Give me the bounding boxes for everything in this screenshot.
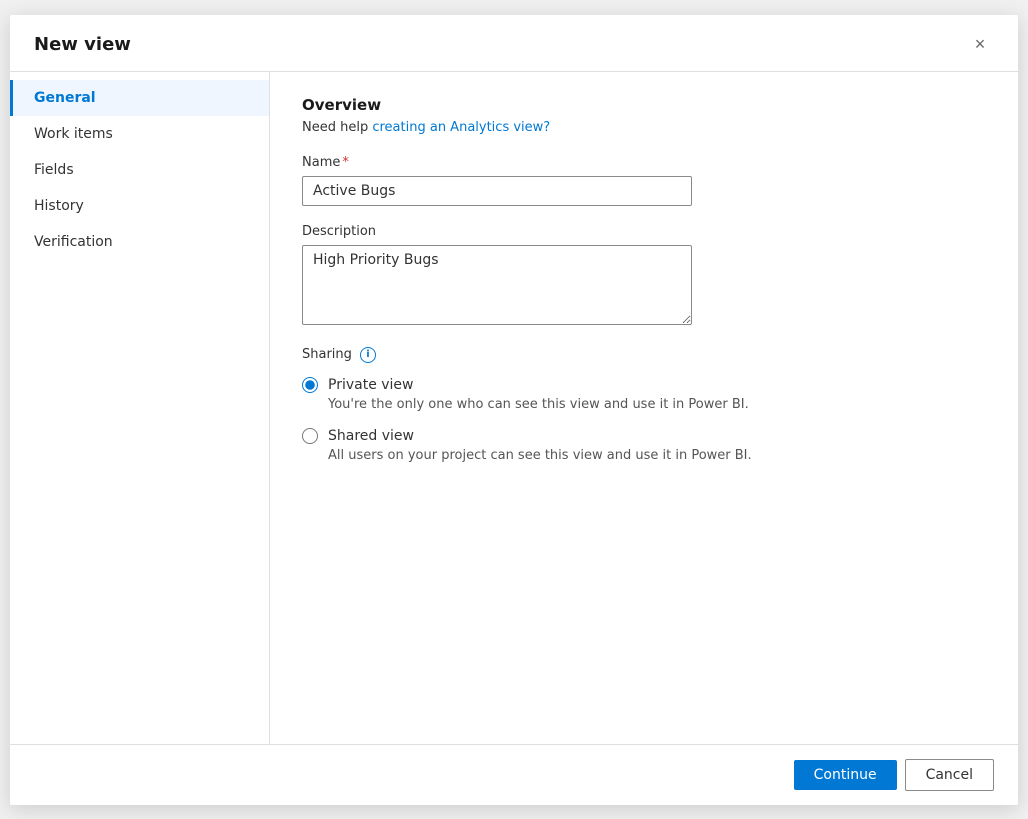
description-textarea[interactable]: High Priority Bugs: [302, 245, 692, 325]
cancel-button[interactable]: Cancel: [905, 759, 994, 791]
continue-button[interactable]: Continue: [794, 760, 897, 790]
dialog-footer: Continue Cancel: [10, 744, 1018, 805]
private-view-label-row: Private view: [302, 377, 986, 393]
sharing-label-row: Sharing i: [302, 347, 986, 363]
shared-view-label: Shared view: [328, 428, 414, 444]
shared-view-radio[interactable]: [302, 428, 318, 444]
sidebar-item-verification[interactable]: Verification: [10, 224, 269, 260]
shared-view-option: Shared view All users on your project ca…: [302, 428, 986, 463]
main-content: Overview Need help creating an Analytics…: [270, 72, 1018, 744]
private-view-option: Private view You're the only one who can…: [302, 377, 986, 412]
close-button[interactable]: ×: [966, 31, 994, 59]
name-form-group: Name*: [302, 155, 986, 206]
shared-view-description: All users on your project can see this v…: [302, 448, 986, 463]
description-form-group: Description High Priority Bugs: [302, 224, 986, 329]
sidebar-item-history[interactable]: History: [10, 188, 269, 224]
name-input[interactable]: [302, 176, 692, 206]
dialog-title: New view: [34, 34, 131, 55]
sidebar-item-work-items[interactable]: Work items: [10, 116, 269, 152]
private-view-description: You're the only one who can see this vie…: [302, 397, 986, 412]
dialog-body: General Work items Fields History Verifi…: [10, 72, 1018, 744]
private-view-label: Private view: [328, 377, 414, 393]
section-title: Overview: [302, 96, 986, 114]
sidebar: General Work items Fields History Verifi…: [10, 72, 270, 744]
help-text: Need help creating an Analytics view?: [302, 120, 986, 135]
dialog-header: New view ×: [10, 15, 1018, 72]
shared-view-label-row: Shared view: [302, 428, 986, 444]
description-label: Description: [302, 224, 986, 239]
name-label: Name*: [302, 155, 986, 170]
sharing-section: Sharing i Private view You're the only o…: [302, 347, 986, 463]
help-link[interactable]: creating an Analytics view?: [372, 120, 550, 135]
sidebar-item-fields[interactable]: Fields: [10, 152, 269, 188]
sharing-title: Sharing: [302, 347, 352, 362]
sharing-info-icon[interactable]: i: [360, 347, 376, 363]
sidebar-item-general[interactable]: General: [10, 80, 269, 116]
private-view-radio[interactable]: [302, 377, 318, 393]
new-view-dialog: New view × General Work items Fields His…: [10, 15, 1018, 805]
required-indicator: *: [342, 155, 349, 170]
